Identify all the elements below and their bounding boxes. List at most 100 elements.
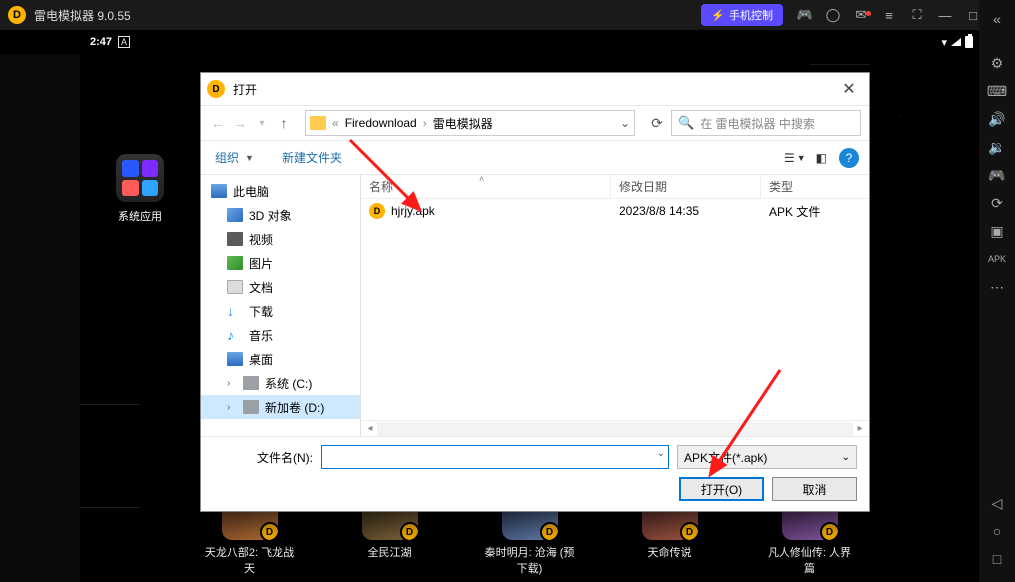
desktop-icon (227, 352, 243, 366)
column-name[interactable]: 名称 (361, 175, 611, 198)
new-folder-button[interactable]: 新建文件夹 (278, 149, 346, 166)
collapse-sidebar-icon[interactable]: « (984, 6, 1010, 32)
chevron-down-icon: ⌄ (842, 452, 850, 463)
gamepad-icon[interactable]: 🎮 (791, 7, 819, 23)
chevron-down-icon[interactable]: ▼ (245, 153, 254, 163)
dialog-toolbar: 组织 ▼ 新建文件夹 ☰▼ ◧ ? (201, 141, 869, 175)
column-type[interactable]: 类型 (761, 175, 869, 198)
scroll-right-arrow[interactable]: ▸ (853, 423, 867, 434)
file-list-panel: ˄ 名称 修改日期 类型 D hjrjy.apk 2023/8/8 14:35 … (361, 175, 869, 436)
filename-label: 文件名(N): (213, 449, 313, 466)
multi-icon[interactable]: ▣ (984, 218, 1010, 244)
tree-drive-d[interactable]: ›新加卷 (D:) (201, 395, 360, 419)
more-icon[interactable]: ⋯ (984, 274, 1010, 300)
dialog-close-button[interactable]: ✕ (835, 79, 863, 99)
open-button[interactable]: 打开(O) (679, 477, 764, 501)
fullscreen-icon[interactable]: ⛶ (903, 7, 931, 23)
minimize-button[interactable]: — (931, 8, 959, 23)
dock-item-label: 天龙八部2: 飞龙战天 (205, 544, 295, 576)
user-icon[interactable]: ◯ (819, 7, 847, 23)
file-list[interactable]: D hjrjy.apk 2023/8/8 14:35 APK 文件 (361, 199, 869, 420)
settings-icon[interactable]: ⚙ (984, 50, 1010, 76)
filename-input[interactable] (321, 445, 669, 469)
system-apps-shortcut[interactable]: 系统应用 (105, 154, 175, 224)
sync-icon[interactable]: ⟳ (984, 190, 1010, 216)
tree-pictures[interactable]: 图片 (201, 251, 360, 275)
android-home-button[interactable]: ○ (984, 518, 1010, 544)
breadcrumb[interactable]: « Firedownload › 雷电模拟器 ⌄ (305, 110, 635, 136)
ld-logo-icon: D (8, 6, 26, 24)
crumb-overflow[interactable]: « (332, 116, 339, 130)
search-input[interactable]: 🔍 在 雷电模拟器 中搜索 (671, 110, 861, 136)
status-indicator: A (118, 36, 130, 48)
gamepad-sidebar-icon[interactable]: 🎮 (984, 162, 1010, 188)
emulator-titlebar: D 雷电模拟器 9.0.55 ⚡ 手机控制 🎮 ◯ ✉ ≡ ⛶ — □ ✕ (0, 0, 1015, 30)
dialog-logo-icon: D (207, 80, 225, 98)
cube-icon (227, 208, 243, 222)
folder-tree: 此电脑 3D 对象 视频 图片 文档 ↓下载 ♪音乐 桌面 ›系统 (C:) ›… (201, 175, 361, 436)
drive-icon (243, 400, 259, 414)
horizontal-scrollbar[interactable]: ◂ ▸ (361, 420, 869, 436)
dialog-titlebar: D 打开 ✕ (201, 73, 869, 105)
documents-icon (227, 280, 243, 294)
help-button[interactable]: ? (839, 148, 859, 168)
phone-control-button[interactable]: ⚡ 手机控制 (701, 4, 783, 26)
tree-downloads[interactable]: ↓下载 (201, 299, 360, 323)
tree-documents[interactable]: 文档 (201, 275, 360, 299)
nav-forward-button[interactable]: → (231, 115, 249, 131)
file-name: hjrjy.apk (391, 204, 435, 218)
tree-3d-objects[interactable]: 3D 对象 (201, 203, 360, 227)
file-list-header: ˄ 名称 修改日期 类型 (361, 175, 869, 199)
volume-up-icon[interactable]: 🔊 (984, 106, 1010, 132)
wifi-icon: ▾ (941, 36, 947, 49)
tree-this-pc[interactable]: 此电脑 (201, 179, 360, 203)
organize-button[interactable]: 组织 (211, 149, 243, 166)
cancel-button[interactable]: 取消 (772, 477, 857, 501)
folder-icon (310, 116, 326, 130)
tree-desktop[interactable]: 桌面 (201, 347, 360, 371)
volume-down-icon[interactable]: 🔉 (984, 134, 1010, 160)
android-back-button[interactable]: ◁ (984, 490, 1010, 516)
file-type-filter[interactable]: APK文件(*.apk) ⌄ (677, 445, 857, 469)
crumb-firedownload[interactable]: Firedownload (341, 116, 421, 130)
system-apps-icon (116, 154, 164, 202)
dialog-footer: 文件名(N): ⌄ APK文件(*.apk) ⌄ 打开(O) 取消 (201, 436, 869, 511)
system-apps-label: 系统应用 (105, 208, 175, 224)
battery-icon (965, 36, 973, 48)
android-status-bar: 2:47 A ▾ (0, 30, 979, 54)
file-row[interactable]: D hjrjy.apk 2023/8/8 14:35 APK 文件 (361, 199, 869, 223)
emulator-left-column (0, 30, 80, 582)
nav-up-button[interactable]: ↑ (275, 115, 293, 131)
keyboard-icon[interactable]: ⌨ (984, 78, 1010, 104)
crumb-ldplayer[interactable]: 雷电模拟器 (429, 115, 497, 132)
view-mode-button[interactable]: ☰▼ (784, 151, 806, 165)
tree-videos[interactable]: 视频 (201, 227, 360, 251)
tree-music[interactable]: ♪音乐 (201, 323, 360, 347)
phone-control-label: 手机控制 (729, 7, 773, 23)
mail-icon[interactable]: ✉ (847, 7, 875, 23)
nav-history-dropdown[interactable]: ▾ (253, 118, 271, 129)
menu-icon[interactable]: ≡ (875, 8, 903, 23)
apk-file-icon: D (369, 203, 385, 219)
dock-item-label: 天命传说 (625, 544, 715, 560)
clock: 2:47 (90, 36, 112, 48)
pc-icon (211, 184, 227, 198)
refresh-button[interactable]: ⟳ (647, 115, 667, 132)
tree-drive-c[interactable]: ›系统 (C:) (201, 371, 360, 395)
android-recents-button[interactable]: □ (984, 546, 1010, 572)
crumb-dropdown[interactable]: ⌄ (620, 116, 630, 130)
apk-icon[interactable]: APK (984, 246, 1010, 272)
bolt-icon: ⚡ (711, 9, 725, 22)
sort-indicator-icon: ˄ (479, 174, 484, 184)
download-icon: ↓ (227, 304, 243, 318)
scroll-left-arrow[interactable]: ◂ (363, 423, 377, 434)
dock-item-label: 凡人修仙传: 人界篇 (765, 544, 855, 576)
column-date[interactable]: 修改日期 (611, 175, 761, 198)
pictures-icon (227, 256, 243, 270)
dialog-nav: ← → ▾ ↑ « Firedownload › 雷电模拟器 ⌄ ⟳ 🔍 在 雷… (201, 105, 869, 141)
preview-pane-button[interactable]: ◧ (816, 151, 827, 165)
filename-dropdown-icon[interactable]: ⌄ (657, 448, 665, 459)
music-icon: ♪ (227, 328, 243, 342)
nav-back-button[interactable]: ← (209, 115, 227, 131)
filter-label: APK文件(*.apk) (684, 449, 767, 466)
